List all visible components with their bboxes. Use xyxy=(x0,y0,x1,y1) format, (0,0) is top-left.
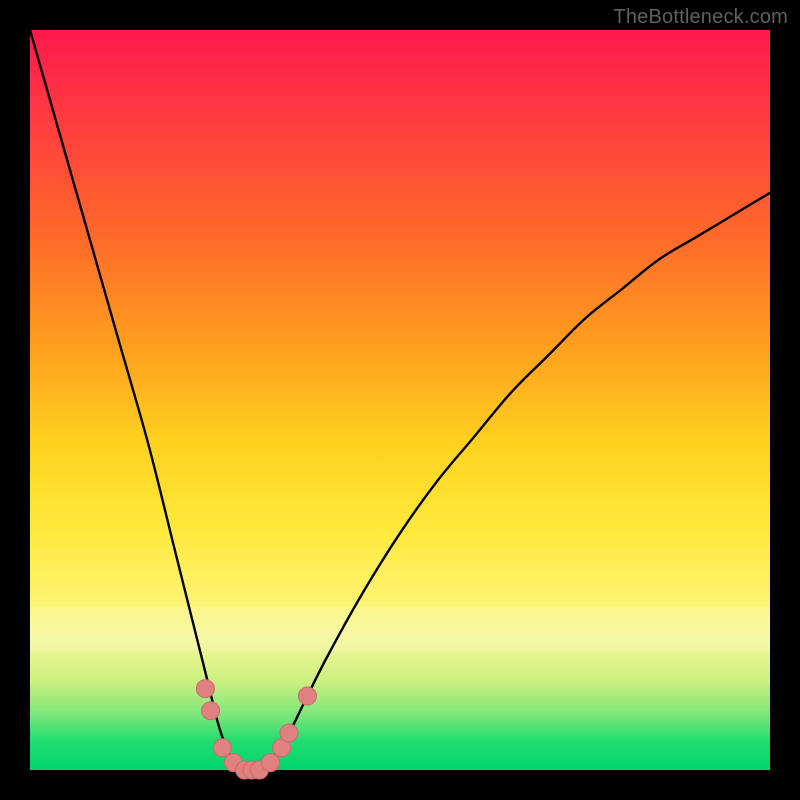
data-marker xyxy=(280,724,298,742)
data-marker xyxy=(213,739,231,757)
data-marker xyxy=(299,687,317,705)
data-marker xyxy=(262,754,280,772)
watermark-text: TheBottleneck.com xyxy=(613,6,788,29)
bottleneck-curve xyxy=(30,30,770,770)
chart-overlay xyxy=(30,30,770,770)
data-marker xyxy=(202,702,220,720)
chart-stage: TheBottleneck.com xyxy=(0,0,800,800)
data-markers xyxy=(196,680,316,779)
data-marker xyxy=(196,680,214,698)
